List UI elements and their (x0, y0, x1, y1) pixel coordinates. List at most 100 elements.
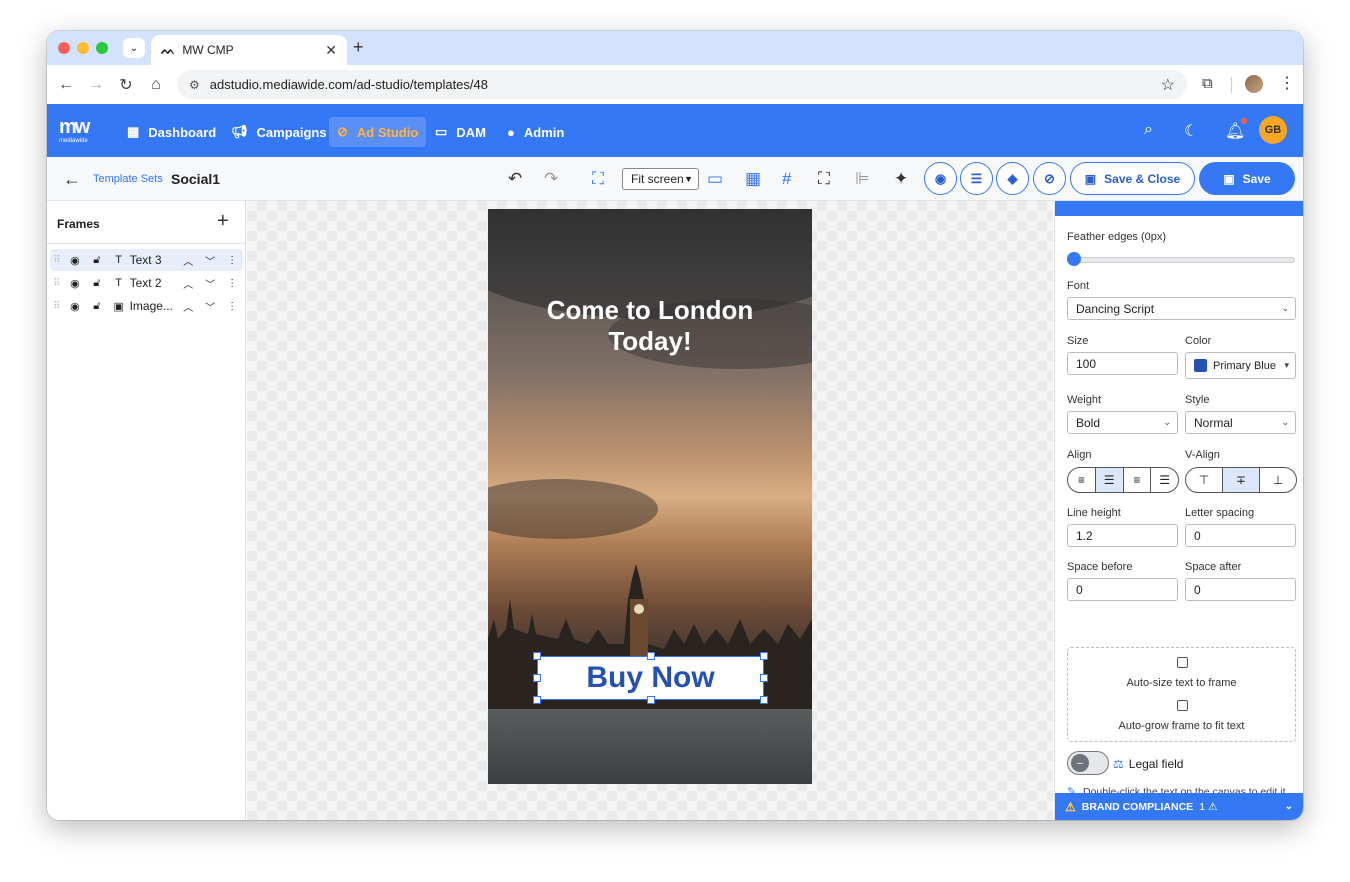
frame-row[interactable]: ⠿ ◉ 🔓︎ T Text 3 ︿ ﹀ ⋮ (50, 249, 243, 271)
add-frame-button[interactable]: + (217, 210, 229, 233)
lock-icon[interactable]: 🔓︎ (86, 300, 108, 313)
nav-admin[interactable]: ● Admin (499, 117, 572, 147)
size-input[interactable]: 100 (1067, 352, 1178, 375)
align-right-icon[interactable]: ≡ (1124, 468, 1152, 492)
lock-icon[interactable]: 🔓︎ (86, 277, 108, 290)
letter-spacing-input[interactable]: 0 (1185, 524, 1296, 547)
style-select[interactable]: Normal ⌄ (1185, 411, 1296, 434)
home-icon[interactable]: ⌂ (141, 76, 171, 94)
fit-to-screen-icon[interactable]: ⛶ (592, 169, 604, 189)
more-options-icon[interactable]: ⋮ (221, 255, 243, 266)
valign-middle-icon[interactable]: ∓ (1223, 468, 1260, 492)
chevron-up-icon[interactable]: ︿ (177, 276, 199, 291)
url-field[interactable]: ⚙ adstudio.mediawide.com/ad-studio/templ… (177, 70, 1187, 99)
minimize-window-button[interactable] (77, 42, 89, 54)
resize-handle[interactable] (533, 696, 541, 704)
weight-select[interactable]: Bold ⌄ (1067, 411, 1178, 434)
back-arrow-icon[interactable]: ← (63, 169, 81, 190)
site-settings-icon[interactable]: ⚙ (189, 78, 200, 92)
brand-compliance-bar[interactable]: ⚠ BRAND COMPLIANCE 1 ⚠ ⌄ (1055, 793, 1303, 820)
tags-button[interactable]: ◆ (996, 162, 1029, 195)
drag-handle-icon[interactable]: ⠿ (50, 301, 64, 312)
font-select[interactable]: Dancing Script ⌄ (1067, 297, 1296, 320)
reload-icon[interactable]: ↻ (111, 75, 141, 95)
resize-handle[interactable] (533, 652, 541, 660)
ai-sparkle-icon[interactable]: ✦ (894, 169, 908, 189)
headline-text[interactable]: Come to London Today! (508, 295, 792, 357)
forward-arrow-icon[interactable]: → (81, 76, 111, 94)
browser-tab[interactable]: ᨓ MW CMP ✕ (151, 35, 347, 65)
auto-size-checkbox[interactable] (1177, 657, 1188, 668)
auto-grow-checkbox[interactable] (1177, 700, 1188, 711)
nav-campaigns[interactable]: 📢︎ Campaigns (223, 117, 335, 147)
chevron-up-icon[interactable]: ︿ (177, 253, 199, 268)
resize-handle[interactable] (647, 696, 655, 704)
artboard[interactable]: Come to London Today! Buy Now (488, 209, 812, 784)
zoom-select[interactable]: Fit screen ▼ (622, 168, 699, 190)
undo-icon[interactable]: ↶ (508, 169, 522, 189)
chevron-down-icon[interactable]: ﹀ (199, 299, 221, 314)
resize-handle[interactable] (647, 652, 655, 660)
hide-button[interactable]: ⊘ (1033, 162, 1066, 195)
search-icon[interactable]: ⌕ (1144, 121, 1153, 139)
resize-handle[interactable] (533, 674, 541, 682)
close-window-button[interactable] (58, 42, 70, 54)
redo-icon[interactable]: ↷ (544, 169, 558, 189)
feather-slider-handle[interactable] (1067, 252, 1081, 266)
align-left-icon[interactable]: ⊫ (855, 169, 870, 189)
lock-icon[interactable]: 🔓︎ (86, 254, 108, 267)
valign-bottom-icon[interactable]: ⊥ (1260, 468, 1296, 492)
align-left-icon[interactable]: ≡ (1068, 468, 1096, 492)
grid-icon[interactable]: ▦ (745, 169, 761, 189)
nav-dam[interactable]: ▭ DAM (427, 117, 494, 147)
ruler-icon[interactable]: ▭ (707, 169, 723, 189)
eye-icon[interactable]: ◉ (64, 300, 86, 313)
dark-mode-icon[interactable]: ☾ (1184, 121, 1198, 141)
space-after-input[interactable]: 0 (1185, 578, 1296, 601)
bookmark-star-icon[interactable]: ☆ (1161, 75, 1175, 95)
save-and-close-button[interactable]: ▣ Save & Close (1070, 162, 1195, 195)
mediawide-logo[interactable]: mw mediawide (59, 117, 90, 148)
line-height-input[interactable]: 1.2 (1067, 524, 1178, 547)
color-select[interactable]: Primary Blue ▾ (1185, 352, 1296, 379)
align-justify-icon[interactable]: ☰ (1151, 468, 1178, 492)
more-options-icon[interactable]: ⋮ (221, 301, 243, 312)
resize-handle[interactable] (760, 696, 768, 704)
layers-button[interactable]: ☰ (960, 162, 993, 195)
browser-menu-icon[interactable]: ⋮ (1279, 73, 1295, 93)
resize-handle[interactable] (760, 652, 768, 660)
save-button[interactable]: ▣ Save (1199, 162, 1295, 195)
nav-dashboard[interactable]: ▦ Dashboard (119, 117, 224, 147)
canvas-area[interactable]: Come to London Today! Buy Now (247, 201, 1053, 820)
user-avatar[interactable]: GB (1259, 116, 1287, 144)
drag-handle-icon[interactable]: ⠿ (50, 278, 64, 289)
profile-avatar[interactable] (1245, 75, 1263, 93)
back-arrow-icon[interactable]: ← (51, 76, 81, 94)
nav-ad-studio[interactable]: ⊘ Ad Studio (329, 117, 427, 147)
new-tab-button[interactable]: + (353, 37, 364, 58)
cta-text-frame[interactable]: Buy Now (537, 656, 764, 700)
valign-top-icon[interactable]: ⊤ (1186, 468, 1223, 492)
drag-handle-icon[interactable]: ⠿ (50, 255, 64, 266)
eye-icon[interactable]: ◉ (64, 254, 86, 267)
maximize-window-button[interactable] (96, 42, 108, 54)
guides-icon[interactable]: # (782, 169, 791, 189)
preview-button[interactable]: ◉ (924, 162, 957, 195)
chevron-down-icon[interactable]: ﹀ (199, 276, 221, 291)
tab-search-button[interactable]: ⌄ (123, 38, 145, 58)
frame-row[interactable]: ⠿ ◉ 🔓︎ T Text 2 ︿ ﹀ ⋮ (50, 272, 243, 294)
space-before-input[interactable]: 0 (1067, 578, 1178, 601)
align-center-icon[interactable]: ☰ (1095, 468, 1124, 492)
resize-handle[interactable] (760, 674, 768, 682)
more-options-icon[interactable]: ⋮ (221, 278, 243, 289)
extensions-icon[interactable]: ⧉ (1202, 75, 1213, 92)
breadcrumb-template-sets[interactable]: Template Sets (93, 173, 163, 185)
notifications-bell-icon[interactable]: 🔔︎ (1225, 121, 1245, 141)
chevron-up-icon[interactable]: ︿ (177, 299, 199, 314)
eye-icon[interactable]: ◉ (64, 277, 86, 290)
chevron-down-icon[interactable]: ﹀ (199, 253, 221, 268)
legal-field-toggle[interactable]: – (1067, 751, 1109, 775)
feather-slider[interactable] (1067, 257, 1295, 263)
frame-row[interactable]: ⠿ ◉ 🔓︎ ▣ Image... ︿ ﹀ ⋮ (50, 295, 243, 317)
fullscreen-icon[interactable]: ⛶ (818, 169, 830, 189)
